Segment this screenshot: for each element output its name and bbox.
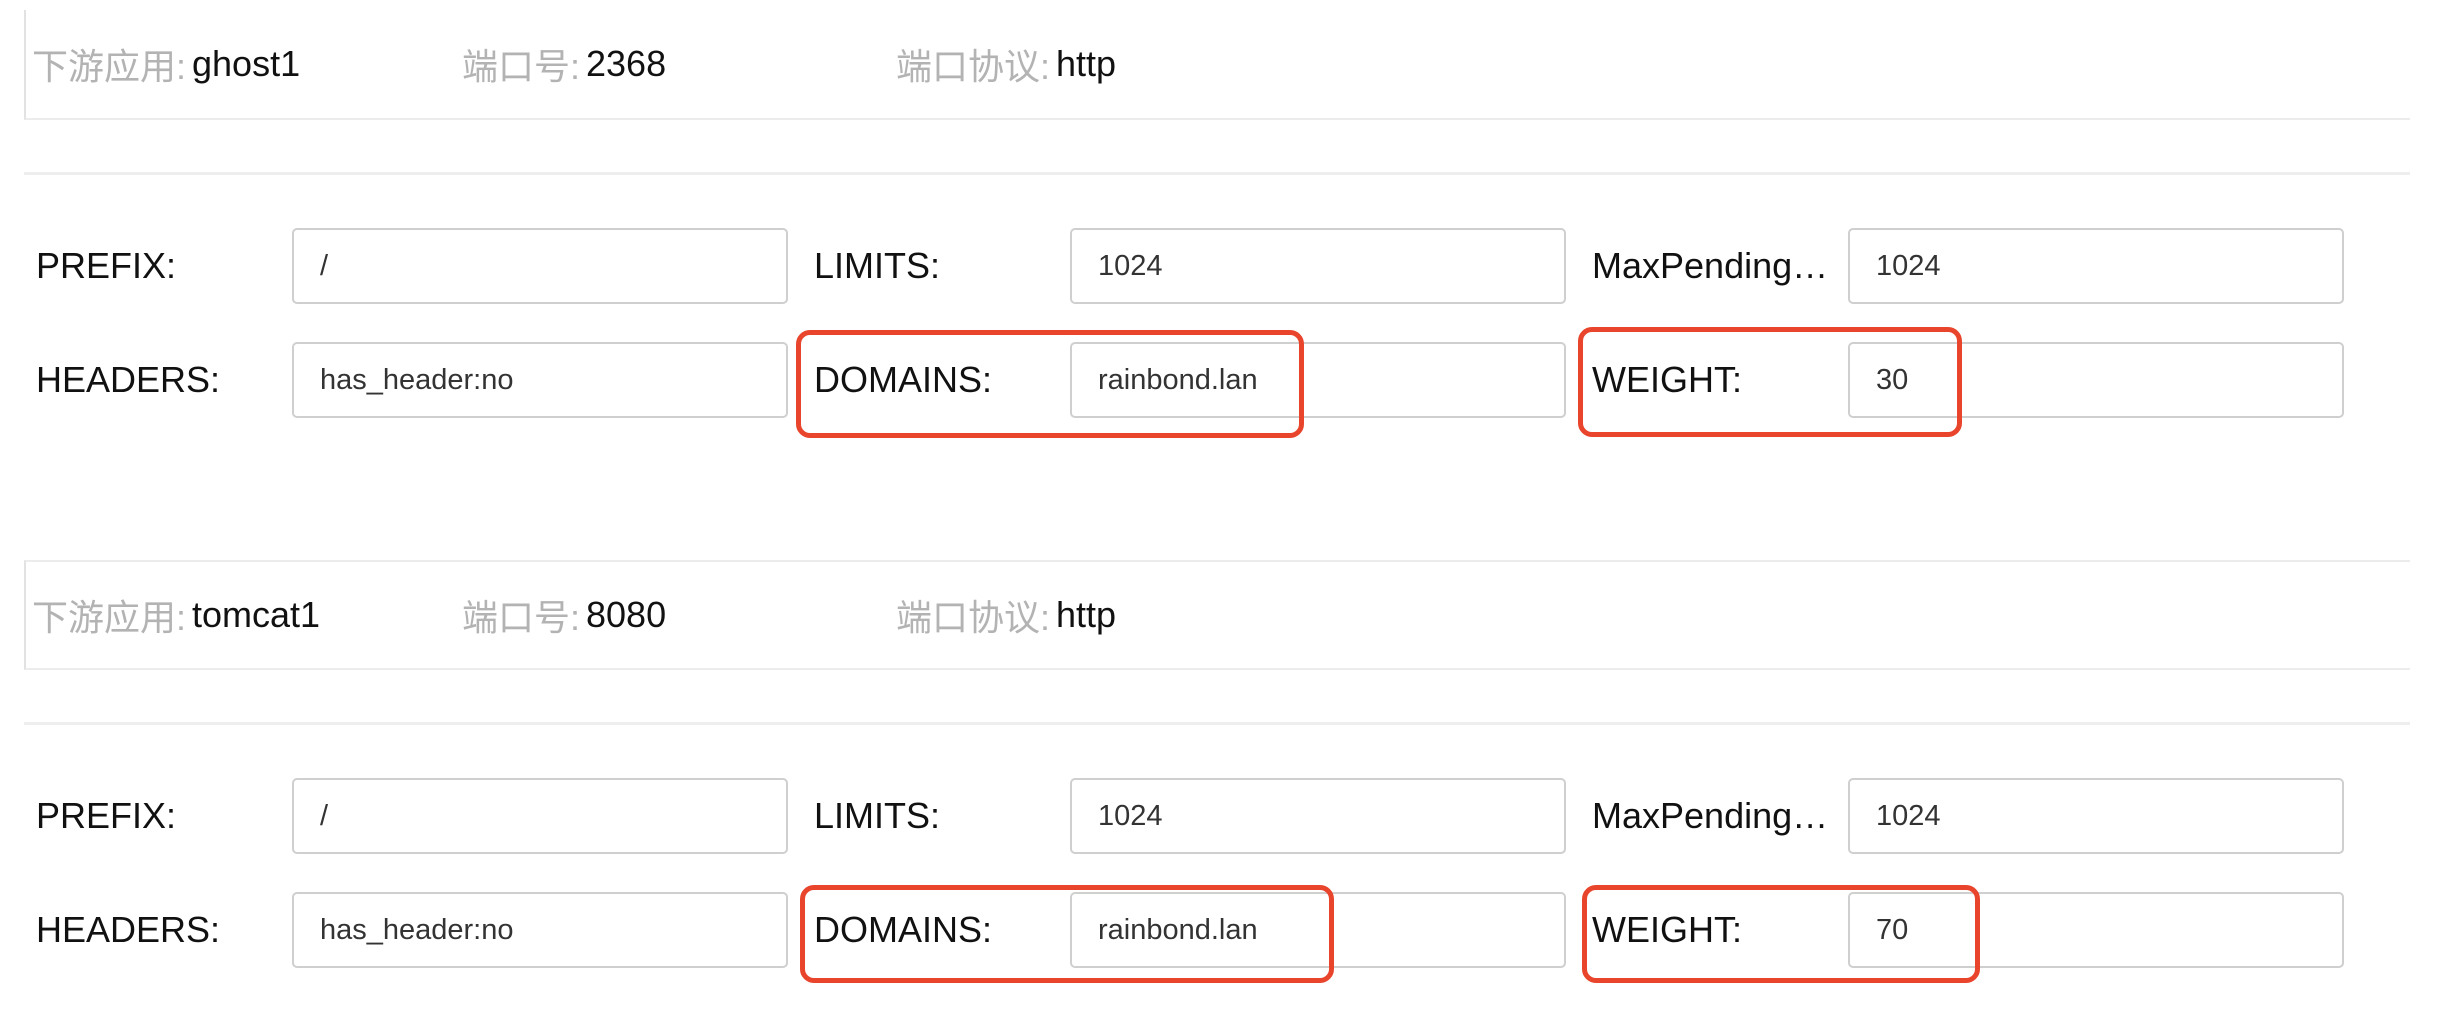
port-field: 端口号: 8080: [462, 562, 666, 668]
port-label: 端口号:: [462, 46, 581, 87]
prefix-input[interactable]: [292, 778, 788, 854]
protocol-label: 端口协议:: [896, 597, 1051, 638]
headers-input[interactable]: [292, 892, 788, 968]
headers-label: HEADERS:: [36, 359, 221, 400]
route-info-panel-ghost1: 下游应用: ghost1 端口号: 2368 端口协议: http: [24, 10, 2410, 120]
max-pending-label: MaxPending…: [1592, 245, 1829, 286]
weight-highlight-box: [1578, 327, 1962, 437]
prefix-label: PREFIX:: [36, 795, 177, 836]
limits-label: LIMITS:: [814, 245, 941, 286]
headers-input[interactable]: [292, 342, 788, 418]
downstream-app-value: tomcat1: [192, 594, 321, 635]
downstream-app-field: 下游应用: tomcat1: [32, 562, 320, 668]
max-pending-label: MaxPending…: [1592, 795, 1829, 836]
limits-label: LIMITS:: [814, 795, 941, 836]
headers-label: HEADERS:: [36, 909, 221, 950]
port-label: 端口号:: [462, 597, 581, 638]
limits-input[interactable]: [1070, 228, 1566, 304]
downstream-app-label: 下游应用:: [32, 597, 187, 638]
downstream-app-value: ghost1: [192, 43, 301, 84]
section-divider: [24, 172, 2410, 175]
downstream-app-label: 下游应用:: [32, 46, 187, 87]
downstream-app-field: 下游应用: ghost1: [32, 10, 300, 118]
protocol-value: http: [1056, 43, 1117, 84]
section-divider: [24, 722, 2410, 725]
prefix-input[interactable]: [292, 228, 788, 304]
limits-input[interactable]: [1070, 778, 1566, 854]
port-value: 8080: [586, 594, 667, 635]
protocol-field: 端口协议: http: [896, 10, 1116, 118]
route-info-panel-tomcat1: 下游应用: tomcat1 端口号: 8080 端口协议: http: [24, 560, 2410, 670]
weight-highlight-box: [1582, 885, 1980, 983]
port-value: 2368: [586, 43, 667, 84]
domains-highlight-box: [800, 885, 1334, 983]
port-field: 端口号: 2368: [462, 10, 666, 118]
protocol-field: 端口协议: http: [896, 562, 1116, 668]
max-pending-input[interactable]: [1848, 228, 2344, 304]
protocol-label: 端口协议:: [896, 46, 1051, 87]
domains-highlight-box: [796, 330, 1304, 438]
prefix-label: PREFIX:: [36, 245, 177, 286]
max-pending-input[interactable]: [1848, 778, 2344, 854]
protocol-value: http: [1056, 594, 1117, 635]
